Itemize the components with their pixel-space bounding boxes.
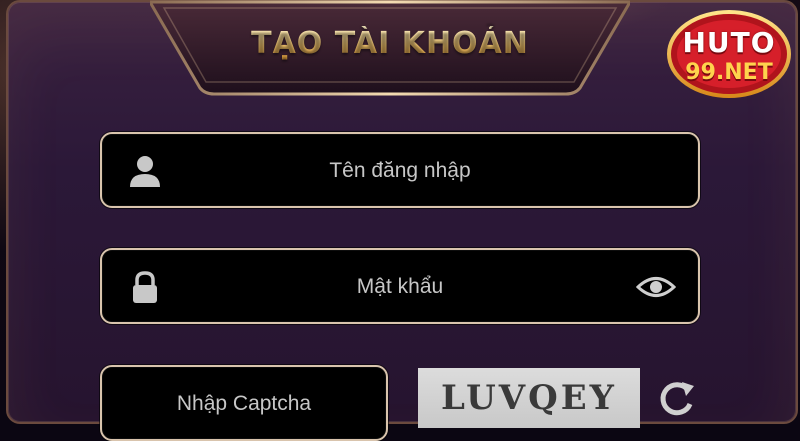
username-input[interactable] [162,134,638,208]
lock-icon [133,271,157,303]
captcha-code: LUVQEY [441,378,617,418]
captcha-input[interactable] [112,367,376,441]
user-icon [130,156,160,187]
refresh-icon[interactable] [656,378,700,418]
username-field[interactable] [100,132,700,208]
captcha-field[interactable] [100,365,388,441]
logo-text-sub: 99.NET [685,60,773,85]
password-input[interactable] [162,250,638,324]
captcha-image: LUVQEY [418,368,640,428]
title-plaque: TẠO TÀI KHOẢN [150,0,630,96]
huto99-logo[interactable]: HUTO 99.NET [664,4,794,104]
logo-text-main: HUTO [682,26,776,59]
dialog-title: TẠO TÀI KHOẢN [150,26,630,61]
eye-icon[interactable] [636,272,676,302]
password-field[interactable] [100,248,700,324]
